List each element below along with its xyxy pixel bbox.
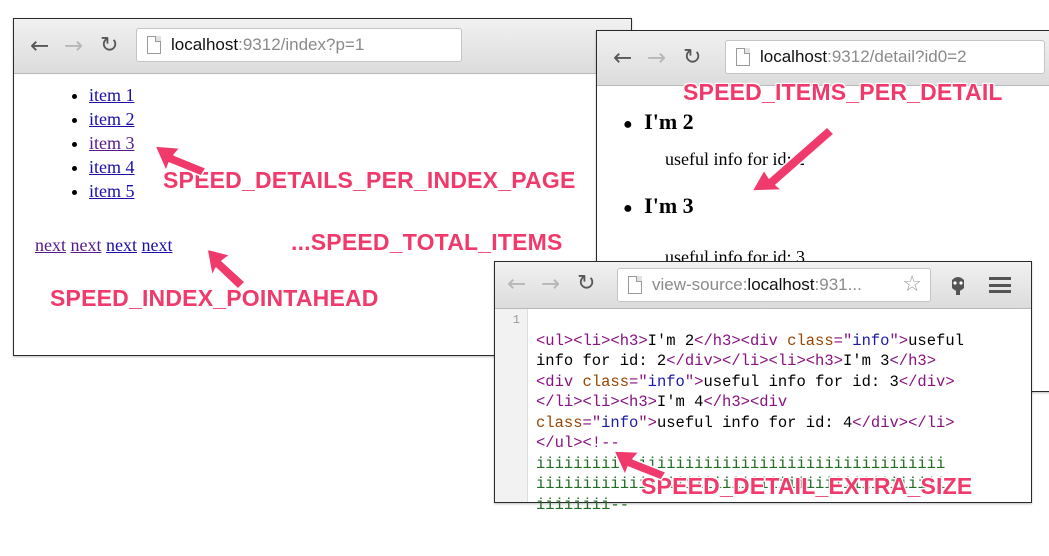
list-item: item 3	[89, 131, 135, 155]
annotation-index-pointahead: SPEED_INDEX_POINTAHEAD	[50, 285, 379, 311]
list-item: item 4	[89, 155, 135, 179]
page-icon	[147, 36, 161, 54]
list-item: item 1	[89, 83, 135, 107]
url-prefix: view-source:	[652, 275, 748, 294]
annotation-detail-extra-size: SPEED_DETAIL_EXTRA_SIZE	[641, 473, 973, 499]
source-address-bar[interactable]: view-source:localhost:931... ☆	[617, 268, 931, 302]
next-link[interactable]: next	[106, 235, 137, 255]
url-host: localhost	[760, 47, 828, 66]
code-line: <ul><li><h3>I'm 2</h3><div class="info">…	[536, 331, 964, 350]
back-arrow-icon[interactable]: ←	[613, 46, 632, 70]
url-path: :931...	[814, 275, 862, 294]
forward-arrow-icon[interactable]: →	[541, 272, 560, 296]
page-icon	[736, 48, 750, 66]
url-host: localhost	[747, 275, 815, 294]
item-link[interactable]: item 5	[89, 181, 135, 201]
reload-icon[interactable]: ↻	[577, 272, 595, 296]
next-link[interactable]: next	[71, 235, 102, 255]
entry-heading: I'm 3	[644, 193, 694, 218]
back-arrow-icon[interactable]: ←	[30, 34, 49, 58]
annotation-total-items: ...SPEED_TOTAL_ITEMS	[291, 229, 563, 255]
back-arrow-icon[interactable]: ←	[507, 272, 526, 296]
bullet: ●	[623, 116, 633, 133]
entry-info: useful info for id: 2	[665, 149, 805, 169]
extension-icon[interactable]	[949, 274, 967, 296]
index-address-bar[interactable]: localhost:9312/index?p=1	[136, 28, 462, 62]
url-host: localhost	[171, 35, 239, 54]
code-line: info for id: 2</div></li><li><h3>I'm 3</…	[536, 352, 936, 370]
forward-arrow-icon[interactable]: →	[647, 46, 666, 70]
annotation-details-per-index-page: SPEED_DETAILS_PER_INDEX_PAGE	[163, 167, 576, 193]
detail-toolbar: ← → ↻ localhost:9312/detail?id0=2	[597, 31, 1049, 86]
line-number: 1	[512, 313, 520, 327]
code-line: <div class="info">useful info for id: 3<…	[536, 372, 955, 391]
forward-arrow-icon[interactable]: →	[64, 34, 83, 58]
line-gutter: 1	[495, 309, 528, 502]
list-item: item 5	[89, 179, 135, 203]
reload-icon[interactable]: ↻	[683, 46, 701, 70]
annotation-items-per-detail: SPEED_ITEMS_PER_DETAIL	[683, 79, 1003, 105]
page-icon	[628, 276, 642, 294]
url-path: :9312/detail?id0=2	[827, 47, 967, 66]
source-code: <ul><li><h3>I'm 2</h3><div class="info">…	[536, 310, 964, 556]
source-toolbar: ← → ↻ view-source:localhost:931... ☆	[495, 262, 1031, 309]
next-link[interactable]: next	[35, 235, 66, 255]
item-list: item 1 item 2 item 3 item 4 item 5	[14, 83, 135, 203]
detail-address-bar[interactable]: localhost:9312/detail?id0=2	[725, 40, 1045, 74]
code-line: iiiiiiiiiiiiiiiiiiiiiiiiiiiiiiiiiiiiiiii…	[536, 454, 946, 473]
item-link[interactable]: item 3	[89, 133, 135, 153]
source-browser-window: ← → ↻ view-source:localhost:931... ☆ 1 <…	[494, 261, 1032, 514]
detail-entry: ● I'm 2	[623, 109, 694, 135]
next-links: next next next next	[35, 235, 173, 256]
code-line: class="info">useful info for id: 4</div>…	[536, 413, 955, 432]
item-link[interactable]: item 2	[89, 109, 135, 129]
code-line: </li><li><h3>I'm 4</h3><div	[536, 393, 788, 411]
url-path: :9312/index?p=1	[238, 35, 365, 54]
item-link[interactable]: item 4	[89, 157, 135, 177]
menu-icon[interactable]	[989, 277, 1011, 293]
code-line: </ul><!--	[536, 434, 620, 452]
entry-heading: I'm 2	[644, 109, 694, 134]
star-icon[interactable]: ☆	[902, 269, 922, 301]
reload-icon[interactable]: ↻	[100, 34, 118, 58]
index-toolbar: ← → ↻ localhost:9312/index?p=1	[14, 19, 631, 74]
next-link[interactable]: next	[142, 235, 173, 255]
item-link[interactable]: item 1	[89, 85, 135, 105]
bullet: ●	[623, 200, 633, 217]
detail-entry: ● I'm 3	[623, 193, 694, 219]
list-item: item 2	[89, 107, 135, 131]
